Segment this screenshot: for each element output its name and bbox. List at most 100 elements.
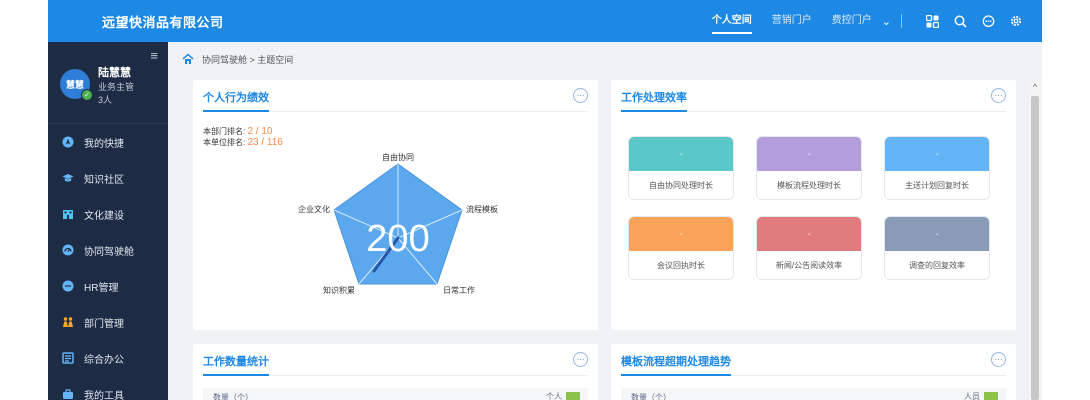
toolbox-icon (62, 388, 74, 400)
radar-axis-label: 自由协同 (382, 152, 414, 162)
sidebar-item-label: 文化建设 (84, 210, 124, 222)
performance-radar-chart: 200 自由协同 流程模板 日常工作 知识积累 企业文化 (298, 152, 498, 295)
user-role: 业务主管 (98, 82, 135, 92)
vertical-scrollbar[interactable]: ^ (1029, 80, 1041, 400)
card-header: 个人行为绩效 ⋯ (203, 80, 588, 112)
sidebar-item-hr[interactable]: HR管理 (48, 268, 168, 304)
nav-personal-space[interactable]: 个人空间 (711, 0, 752, 42)
efficiency-tile[interactable]: - 主送计划回复时长 (884, 136, 990, 200)
tile-label: 调查的回复效率 (909, 260, 965, 270)
card-header: 工作处理效率 ⋯ (621, 80, 1006, 112)
legend-label: 个人 (546, 392, 562, 400)
sidebar-item-knowledge-community[interactable]: 知识社区 (48, 160, 168, 196)
chat-icon (62, 280, 74, 292)
avatar-text: 慧慧 (65, 79, 84, 90)
efficiency-tile[interactable]: - 自由协同处理时长 (628, 136, 734, 200)
tile-label: 新闻/公告阅读效率 (775, 260, 843, 270)
sidebar-item-cockpit[interactable]: 协同驾驶舱 (48, 232, 168, 268)
tile-value: - (757, 137, 861, 171)
sidebar: ≡ 慧慧 ✓ 陆慧慧 业务主管 3人 我的快捷 知识社区 文化建设 协同驾驶舱 … (48, 42, 168, 400)
company-name: 远望快消品有限公司 (102, 15, 224, 30)
efficiency-card: 工作处理效率 ⋯ - 自由协同处理时长 - 模板流程处理时长 - 主送计划回复时… (611, 80, 1016, 330)
sidebar-item-dept-management[interactable]: 部门管理 (48, 304, 168, 340)
tile-value: - (885, 137, 989, 171)
card-title: 个人行为绩效 (203, 89, 269, 112)
performance-card: 个人行为绩效 ⋯ 本部门排名: 2 / 10 本单位排名: 23 / 116 2… (193, 80, 598, 330)
sidebar-item-label: 协同驾驶舱 (84, 246, 134, 258)
tile-label: 模板流程处理时长 (777, 180, 841, 190)
people-icon (62, 316, 74, 328)
y-axis-label: 数量（个） (213, 393, 253, 400)
more-options-icon[interactable]: ⋯ (991, 352, 1006, 367)
dept-rank-label: 本部门排名: (203, 127, 246, 136)
more-options-icon[interactable]: ⋯ (573, 88, 588, 103)
sidebar-item-label: 部门管理 (84, 318, 124, 330)
radar-score: 200 (366, 218, 429, 260)
radar-axis-label: 知识积累 (323, 285, 355, 295)
message-icon[interactable] (980, 13, 996, 29)
apps-grid-icon[interactable] (924, 13, 940, 29)
graduation-cap-icon (62, 172, 74, 184)
scroll-up-arrow-icon[interactable]: ^ (1029, 80, 1041, 94)
scrollbar-thumb[interactable] (1031, 96, 1039, 400)
user-count: 3人 (98, 95, 113, 105)
building-icon (62, 208, 74, 220)
sidebar-item-my-shortcuts[interactable]: 我的快捷 (48, 124, 168, 160)
legend[interactable]: 个人 (546, 391, 580, 400)
nav-marketing-portal[interactable]: 营销门户 (772, 0, 812, 42)
office-icon (62, 352, 74, 364)
efficiency-tile[interactable]: - 模板流程处理时长 (756, 136, 862, 200)
sidebar-item-office[interactable]: 综合办公 (48, 340, 168, 376)
work-count-card: 工作数量统计 ⋯ 数量（个） 个人 (193, 344, 598, 400)
legend[interactable]: 人员 (964, 391, 998, 400)
sidebar-item-label: HR管理 (84, 282, 119, 294)
legend-label: 人员 (964, 392, 980, 400)
sidebar-item-culture[interactable]: 文化建设 (48, 196, 168, 232)
settings-icon[interactable] (1008, 13, 1024, 29)
chart-axis-row: 数量（个） 个人 (203, 388, 588, 400)
card-title: 工作数量统计 (203, 353, 269, 376)
nav-divider (901, 14, 902, 28)
tile-value: - (629, 137, 733, 171)
sidebar-item-label: 综合办公 (84, 354, 124, 366)
tile-value: - (757, 217, 861, 251)
unit-rank-label: 本单位排名: (203, 138, 246, 147)
more-options-icon[interactable]: ⋯ (573, 352, 588, 367)
efficiency-tile[interactable]: - 新闻/公告阅读效率 (756, 216, 862, 280)
tile-label: 自由协同处理时长 (649, 180, 713, 190)
radar-axis-label: 日常工作 (443, 285, 475, 295)
breadcrumb-text[interactable]: 协同驾驶舱 > 主题空间 (202, 53, 293, 66)
search-icon[interactable] (952, 13, 968, 29)
top-bar: 远望快消品有限公司 个人空间 营销门户 费控门户 ⌄ (48, 0, 1042, 42)
tile-value: - (629, 217, 733, 251)
more-options-icon[interactable]: ⋯ (991, 88, 1006, 103)
radar-axis-label: 企业文化 (298, 204, 330, 214)
legend-swatch (984, 392, 998, 400)
sidebar-item-my-tools[interactable]: 我的工具 (48, 376, 168, 400)
avatar[interactable]: 慧慧 ✓ (60, 69, 93, 101)
legend-swatch (566, 392, 580, 400)
card-title: 工作处理效率 (621, 89, 687, 112)
home-icon[interactable] (182, 53, 194, 65)
overtime-trend-card: 模板流程超期处理趋势 ⋯ 数量（个） 人员 (611, 344, 1016, 400)
tile-label: 主送计划回复时长 (905, 180, 969, 190)
card-header: 工作数量统计 ⋯ (203, 344, 588, 376)
chevron-down-icon[interactable]: ⌄ (882, 15, 891, 28)
sidebar-item-label: 我的工具 (84, 390, 124, 400)
efficiency-tile[interactable]: - 会议回执时长 (628, 216, 734, 280)
app-window: 远望快消品有限公司 个人空间 营销门户 费控门户 ⌄ ≡ 慧慧 ✓ 陆慧慧 业务… (48, 0, 1042, 400)
radar-axis-label: 流程模板 (466, 204, 498, 214)
cockpit-icon (62, 244, 74, 256)
y-axis-label: 数量（个） (631, 393, 671, 400)
sidebar-menu: 我的快捷 知识社区 文化建设 协同驾驶舱 HR管理 部门管理 综合办公 我的工具 (48, 124, 168, 400)
top-nav: 个人空间 营销门户 费控门户 ⌄ (692, 0, 1024, 42)
compass-icon (62, 136, 74, 148)
efficiency-tile[interactable]: - 调查的回复效率 (884, 216, 990, 280)
breadcrumb: 协同驾驶舱 > 主题空间 (168, 42, 1042, 76)
online-check-icon: ✓ (81, 89, 93, 101)
tile-value: - (885, 217, 989, 251)
nav-expense-portal[interactable]: 费控门户 (832, 0, 872, 42)
card-title: 模板流程超期处理趋势 (621, 353, 731, 376)
chart-axis-row: 数量（个） 人员 (621, 388, 1006, 400)
sidebar-item-label: 知识社区 (84, 174, 124, 186)
